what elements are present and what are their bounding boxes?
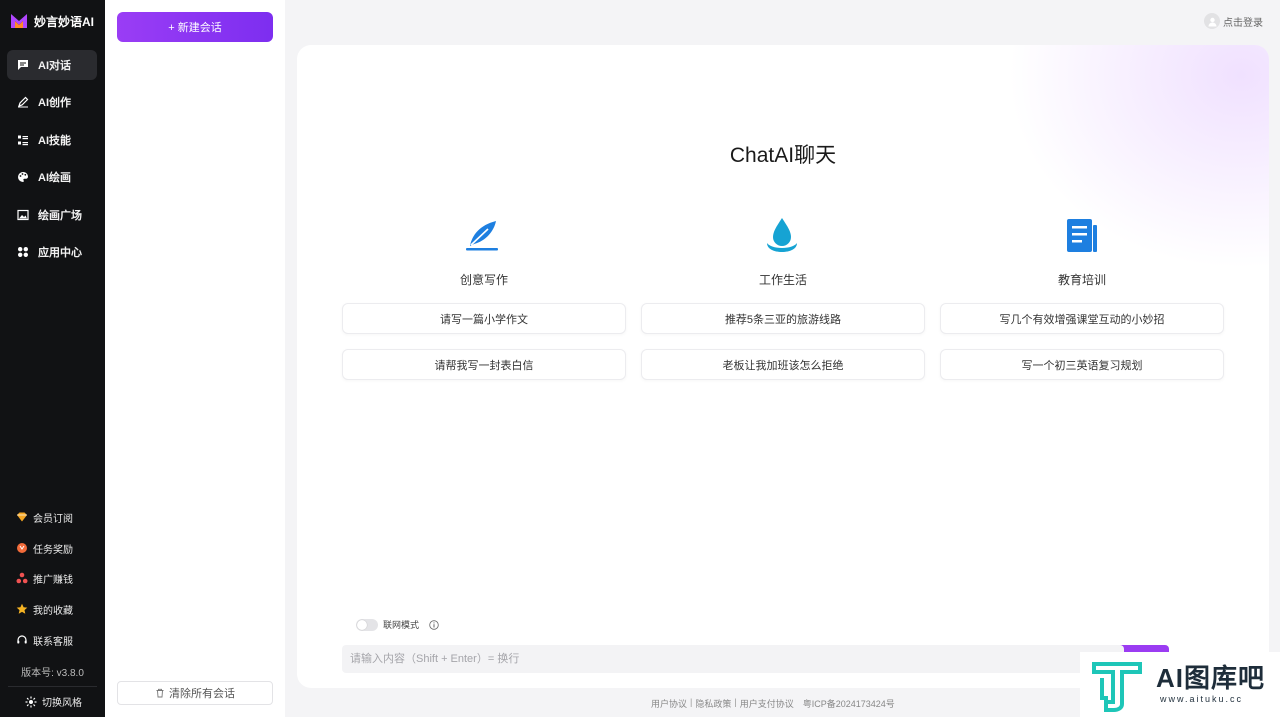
star-icon [16,603,28,614]
theme-switch-icon [25,696,37,707]
nav-task-reward[interactable]: 任务奖励 [16,539,73,557]
prompt-card[interactable]: 老板让我加班该怎么拒绝 [641,349,925,380]
trash-icon [156,688,164,698]
page-title: ChatAI聊天 [729,144,837,167]
brand[interactable]: 妙言妙语AI [10,10,94,32]
login-button[interactable]: 点击登录 [1204,13,1263,29]
nav-item-label: AI创作 [38,97,71,109]
nav-item-label: 绘画广场 [38,210,82,222]
watermark-text: AI图库吧 [1156,663,1266,693]
document-icon [1067,219,1097,252]
diamond-icon [17,512,27,522]
clear-all-label: 清除所有会话 [169,688,235,700]
user-icon [1208,17,1216,26]
prompt-card[interactable]: 写一个初三英语复习规划 [940,349,1224,380]
category-work-life: 工作生活 [758,273,807,287]
clear-all-sessions-button[interactable]: 清除所有会话 [117,681,273,705]
footer-link-user-agreement[interactable]: 用户协议 [651,697,687,710]
footer-separator: | [690,697,693,707]
nav-membership-label: 会员订阅 [33,513,73,525]
promote-icon [16,572,28,584]
footer-icp[interactable]: 粤ICP备2024173424号 [803,697,895,710]
brand-logo [11,14,27,28]
nav-item-label: AI对话 [38,60,71,72]
nav-contact-support-label: 联系客服 [33,636,73,648]
brand-name: 妙言妙语AI [34,14,95,29]
nav-item-label: AI技能 [38,135,71,147]
nav-task-reward-label: 任务奖励 [33,544,73,556]
version-label: 版本号: v3.8.0 [21,668,84,679]
prompt-card[interactable]: 写几个有效增强课堂互动的小妙招 [940,303,1224,334]
message-input-bar [342,645,1124,673]
nav-membership[interactable]: 会员订阅 [16,508,73,526]
switch-style-label: 切换风格 [42,698,82,709]
session-panel: + 新建会话 清除所有会话 [105,0,285,717]
nav-item-label: AI绘画 [38,172,71,184]
web-mode-control: 联网模式 [356,618,439,631]
nav-item-gallery[interactable]: 绘画广场 [7,200,97,230]
message-input[interactable] [342,645,1124,673]
feather-icon [466,221,498,251]
footer-separator: | [734,697,737,707]
switch-style-button[interactable]: 切换风格 [25,694,82,709]
watermark: AI图库吧 www.aituku.cc [1080,652,1280,717]
nav-item-ai-skills[interactable]: AI技能 [7,125,97,155]
info-icon[interactable] [429,619,439,630]
prompt-card[interactable]: 请帮我写一封表白信 [342,349,626,380]
nav-item-label: 应用中心 [38,247,82,259]
chat-icon [18,60,28,70]
prompt-card[interactable]: 请写一篇小学作文 [342,303,626,334]
nav-favorites[interactable]: 我的收藏 [16,600,73,618]
web-mode-label: 联网模式 [383,620,420,630]
palette-icon [18,172,28,182]
nav-divider [8,686,97,687]
watermark-url: www.aituku.cc [1160,694,1244,704]
nav-promote-label: 推广赚钱 [33,574,73,586]
avatar [1204,13,1220,29]
category-education: 教育培训 [1057,273,1106,287]
footer: 用户协议 | 隐私政策 | 用户支付协议 粤ICP备2024173424号 [651,697,895,710]
water-drop-icon [767,218,797,252]
nav-item-app-center[interactable]: 应用中心 [7,237,97,267]
watermark-logo [1092,662,1142,712]
footer-link-payment-agreement[interactable]: 用户支付协议 [740,697,794,710]
web-mode-toggle[interactable] [356,618,378,631]
prompt-card[interactable]: 推荐5条三亚的旅游线路 [641,303,925,334]
new-chat-button[interactable]: + 新建会话 [117,12,273,42]
chat-main-card: ChatAI聊天 创意写作 请写一篇小学作文 请帮我写一封表白信 工作生活 推荐… [297,45,1269,688]
footer-link-privacy[interactable]: 隐私政策 [695,697,731,710]
image-icon [17,209,29,221]
nav-promote[interactable]: 推广赚钱 [16,569,73,587]
pen-icon [18,96,29,108]
nav-item-ai-draw[interactable]: AI绘画 [7,162,97,192]
main-nav: 妙言妙语AI AI对话 AI创作 AI技能 AI绘画 绘画广场 应用中心 会员订… [0,0,105,717]
nav-favorites-label: 我的收藏 [33,605,73,617]
nav-item-ai-create[interactable]: AI创作 [7,87,97,117]
login-label: 点击登录 [1223,17,1263,29]
headset-icon [17,635,27,644]
category-creative-writing: 创意写作 [459,273,508,287]
nav-contact-support[interactable]: 联系客服 [16,631,73,649]
nav-item-ai-chat[interactable]: AI对话 [7,50,97,80]
reward-icon [17,543,27,553]
apps-icon [18,247,28,257]
list-icon [18,135,28,146]
